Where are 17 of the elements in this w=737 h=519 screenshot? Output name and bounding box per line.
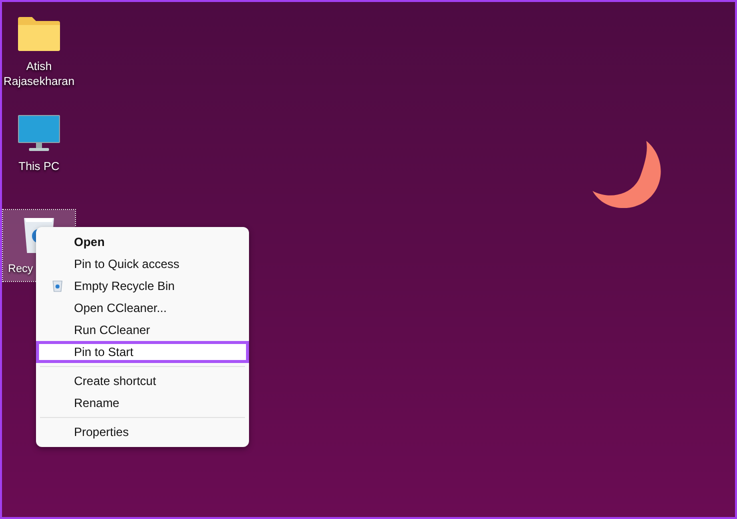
desktop-icon-label: Atish Rajasekharan bbox=[2, 60, 76, 90]
desktop-icon-label: Recy bbox=[8, 262, 34, 277]
desktop-icon-label: This PC bbox=[18, 160, 60, 175]
menu-item[interactable]: Rename bbox=[36, 392, 249, 414]
desktop-icon[interactable]: Atish Rajasekharan bbox=[3, 14, 75, 94]
recycle-bin-icon bbox=[52, 280, 63, 292]
menu-item[interactable]: Run CCleaner bbox=[36, 319, 249, 341]
menu-item[interactable]: Empty Recycle Bin bbox=[36, 275, 249, 297]
menu-item[interactable]: Open bbox=[36, 231, 249, 253]
desktop-icon[interactable]: This PC bbox=[3, 112, 75, 179]
monitor-icon bbox=[17, 114, 61, 152]
menu-item[interactable]: Pin to Start bbox=[36, 341, 249, 363]
folder-icon bbox=[17, 16, 61, 52]
menu-item[interactable]: Pin to Quick access bbox=[36, 253, 249, 275]
menu-item[interactable]: Open CCleaner... bbox=[36, 297, 249, 319]
menu-item[interactable]: Create shortcut bbox=[36, 370, 249, 392]
menu-item[interactable]: Properties bbox=[36, 421, 249, 443]
